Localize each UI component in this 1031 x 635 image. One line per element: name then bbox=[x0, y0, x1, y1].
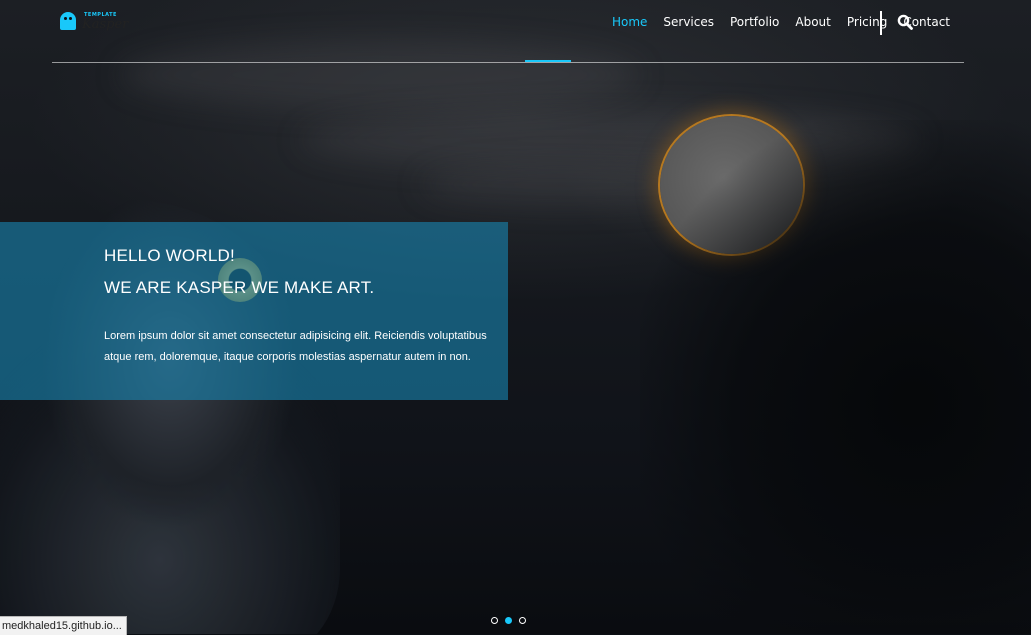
browser-status-bar: medkhaled15.github.io... bbox=[0, 616, 127, 635]
nav-item-home[interactable]: Home bbox=[612, 15, 647, 29]
tree-silhouette bbox=[640, 120, 1031, 634]
search-button[interactable] bbox=[897, 14, 913, 30]
site-header: TEMPLATE Kasper bbox=[52, 0, 964, 63]
slider-bullet-2[interactable] bbox=[505, 617, 512, 624]
hero-caption: HELLO WORLD! WE ARE KASPER WE MAKE ART. … bbox=[0, 222, 508, 400]
slider-bullets bbox=[491, 617, 526, 624]
slider-bullet-1[interactable] bbox=[491, 617, 498, 624]
hero-title-line-2: WE ARE KASPER WE MAKE ART. bbox=[104, 278, 375, 297]
nav-item-about[interactable]: About bbox=[795, 15, 830, 29]
hero-title: HELLO WORLD! WE ARE KASPER WE MAKE ART. bbox=[104, 240, 374, 304]
logo-name: Kasper bbox=[82, 17, 129, 32]
ghost-logo-icon bbox=[60, 12, 76, 30]
nav-item-services[interactable]: Services bbox=[663, 15, 714, 29]
nav-divider bbox=[880, 11, 882, 35]
nav-item-portfolio[interactable]: Portfolio bbox=[730, 15, 779, 29]
hero-text: Lorem ipsum dolor sit amet consectetur a… bbox=[104, 330, 487, 363]
search-icon bbox=[897, 14, 913, 30]
active-nav-underline bbox=[525, 60, 571, 62]
logo[interactable]: TEMPLATE Kasper bbox=[60, 10, 130, 34]
slider-bullet-3[interactable] bbox=[519, 617, 526, 624]
hero-title-line-1: HELLO WORLD! bbox=[104, 246, 235, 265]
